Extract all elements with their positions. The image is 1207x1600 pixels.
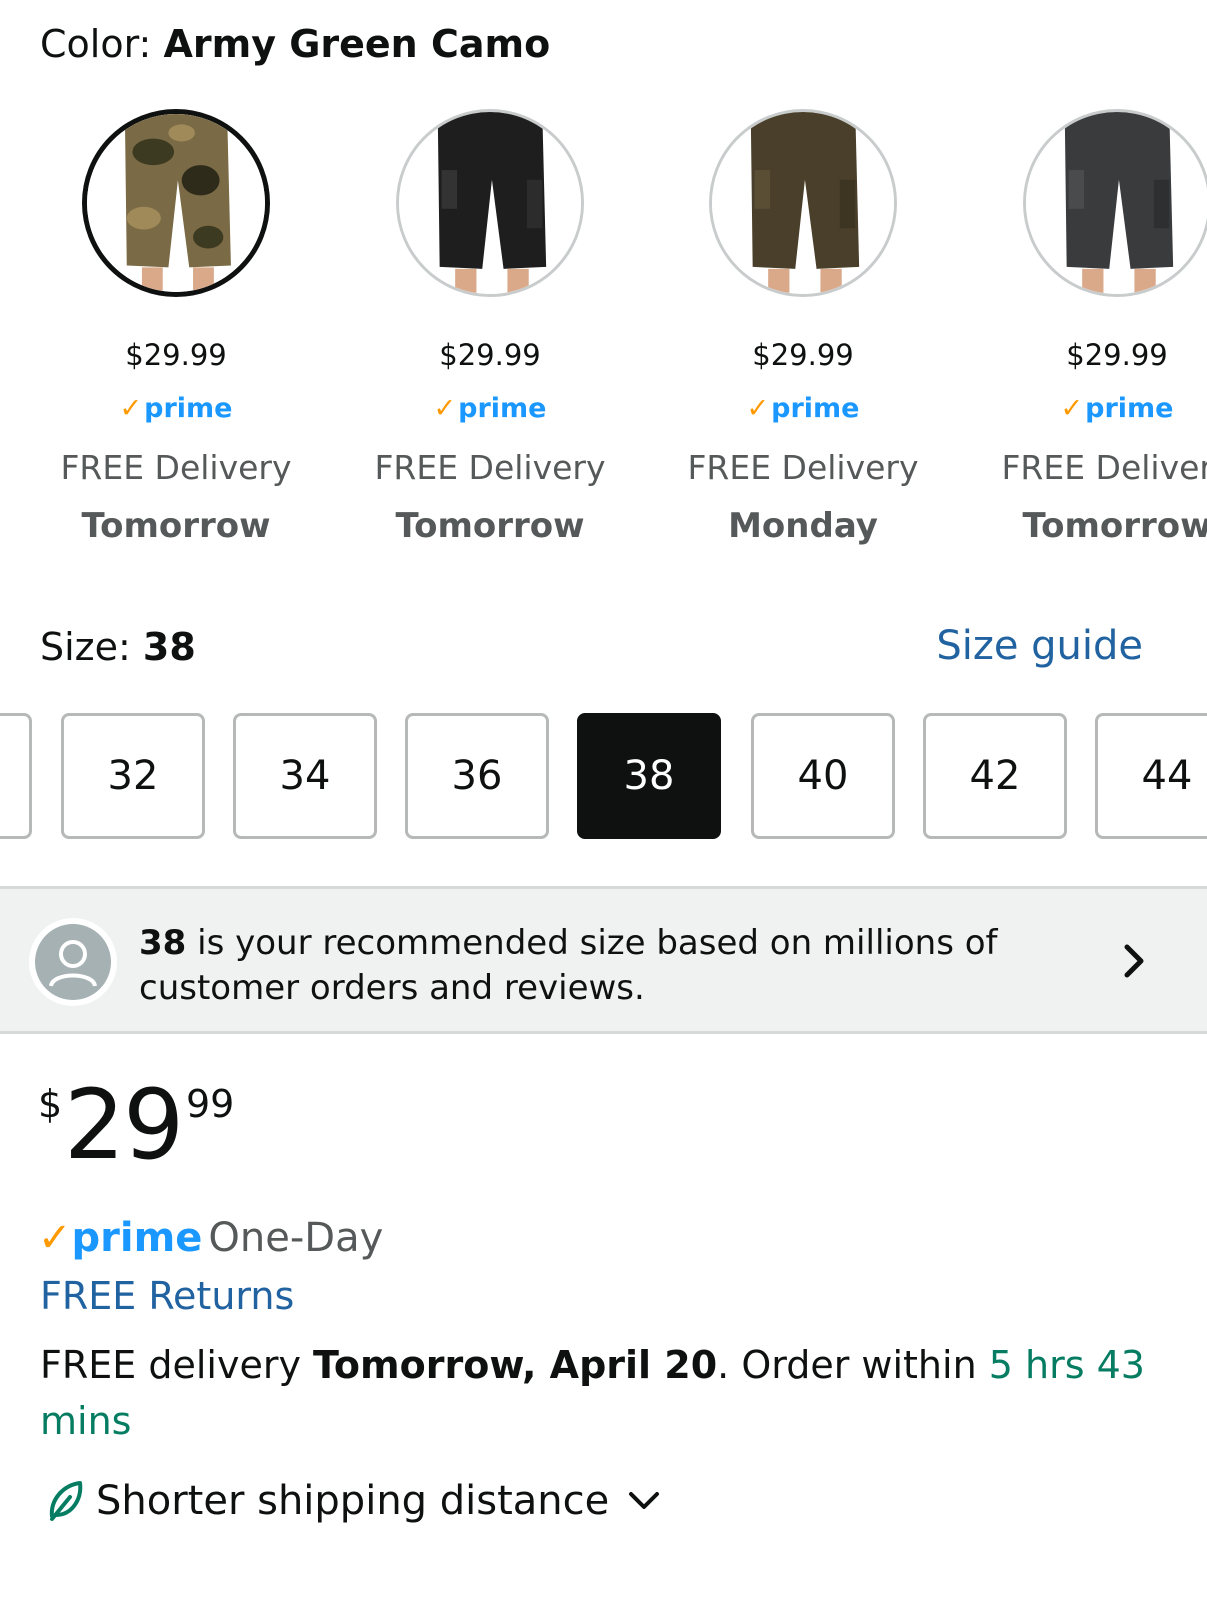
color-label-prefix: Color:	[40, 22, 152, 66]
recommendation-message: is your recommended size based on millio…	[139, 923, 998, 1008]
prime-label: prime	[458, 393, 547, 424]
size-selector: 32 34 36 38 40 42 44	[0, 713, 1207, 843]
swatch-image	[1023, 109, 1207, 297]
prime-check-icon: ✓	[433, 393, 457, 424]
size-option-38[interactable]: 38	[577, 713, 721, 839]
prime-label: prime	[771, 393, 860, 424]
swatch-delivery: FREE Delivery	[374, 448, 606, 487]
swatch-price: $29.99	[752, 338, 854, 372]
prime-badge: ✓prime	[345, 393, 635, 424]
free-returns-link[interactable]: FREE Returns	[40, 1274, 294, 1318]
swatch-delivery: FREE Delivery	[687, 448, 919, 487]
shipping-distance-toggle[interactable]: Shorter shipping distance	[46, 1478, 661, 1524]
prime-one-day-badge: ✓prime One-Day	[38, 1215, 383, 1261]
size-option-40[interactable]: 40	[751, 713, 895, 839]
swatch-delivery: FREE Delivery	[60, 448, 292, 487]
size-option-partial[interactable]	[0, 713, 32, 839]
prime-label: prime	[144, 393, 233, 424]
prime-check-icon: ✓	[746, 393, 770, 424]
size-option-32[interactable]: 32	[61, 713, 205, 839]
delivery-date: Tomorrow, April 20	[313, 1343, 718, 1387]
delivery-message: FREE delivery Tomorrow, April 20. Order …	[40, 1337, 1160, 1449]
delivery-middle: . Order within	[717, 1343, 989, 1387]
swatch-price: $29.99	[125, 338, 227, 372]
size-recommendation-banner[interactable]: 38 is your recommended size based on mil…	[0, 886, 1207, 1034]
swatch-price: $29.99	[439, 338, 541, 372]
prime-check-icon: ✓	[1060, 393, 1084, 424]
swatch-delivery-day: Tomorrow	[81, 506, 271, 546]
swatch-delivery-day: Tomorrow	[395, 506, 585, 546]
prime-badge: ✓prime	[972, 393, 1207, 424]
prime-label: prime	[1085, 393, 1174, 424]
swatch-price: $29.99	[1066, 338, 1168, 372]
recommended-size: 38	[139, 923, 187, 963]
prime-logo-text: prime	[71, 1215, 203, 1261]
size-option-36[interactable]: 36	[405, 713, 549, 839]
recommendation-text: 38 is your recommended size based on mil…	[139, 921, 1039, 1011]
prime-check-icon: ✓	[38, 1215, 72, 1261]
swatch-delivery-day: Tomorrow	[1022, 506, 1207, 546]
prime-check-icon: ✓	[119, 393, 143, 424]
chevron-down-icon	[629, 1492, 660, 1509]
size-guide-link[interactable]: Size guide	[936, 623, 1143, 669]
color-label: Color: Army Green Camo	[40, 22, 550, 66]
swatch-image	[709, 109, 897, 297]
selected-size: 38	[142, 625, 196, 669]
swatch-image	[396, 109, 584, 297]
swatch-image	[82, 109, 270, 297]
size-option-34[interactable]: 34	[233, 713, 377, 839]
person-icon	[35, 924, 111, 1000]
size-label-prefix: Size:	[40, 625, 131, 669]
swatch-delivery: FREE Delivery	[1001, 448, 1207, 487]
prime-service: One-Day	[208, 1215, 384, 1261]
price-whole: 29	[64, 1069, 184, 1181]
price-currency: $	[38, 1082, 63, 1126]
leaf-icon	[49, 1481, 83, 1521]
size-label: Size: 38	[40, 625, 196, 669]
price-fraction: 99	[186, 1082, 235, 1126]
selected-color-name: Army Green Camo	[163, 22, 551, 66]
delivery-prefix: FREE delivery	[40, 1343, 314, 1387]
color-swatch-list: $29.99 ✓prime FREE Delivery Tomorrow $29…	[0, 105, 1207, 565]
size-option-44[interactable]: 44	[1095, 713, 1207, 839]
chevron-right-icon	[1124, 944, 1144, 978]
size-option-42[interactable]: 42	[923, 713, 1067, 839]
prime-badge: ✓prime	[31, 393, 321, 424]
prime-badge: ✓prime	[658, 393, 948, 424]
shipping-distance-label: Shorter shipping distance	[96, 1478, 610, 1524]
avatar	[29, 918, 117, 1006]
swatch-delivery-day: Monday	[728, 506, 878, 546]
